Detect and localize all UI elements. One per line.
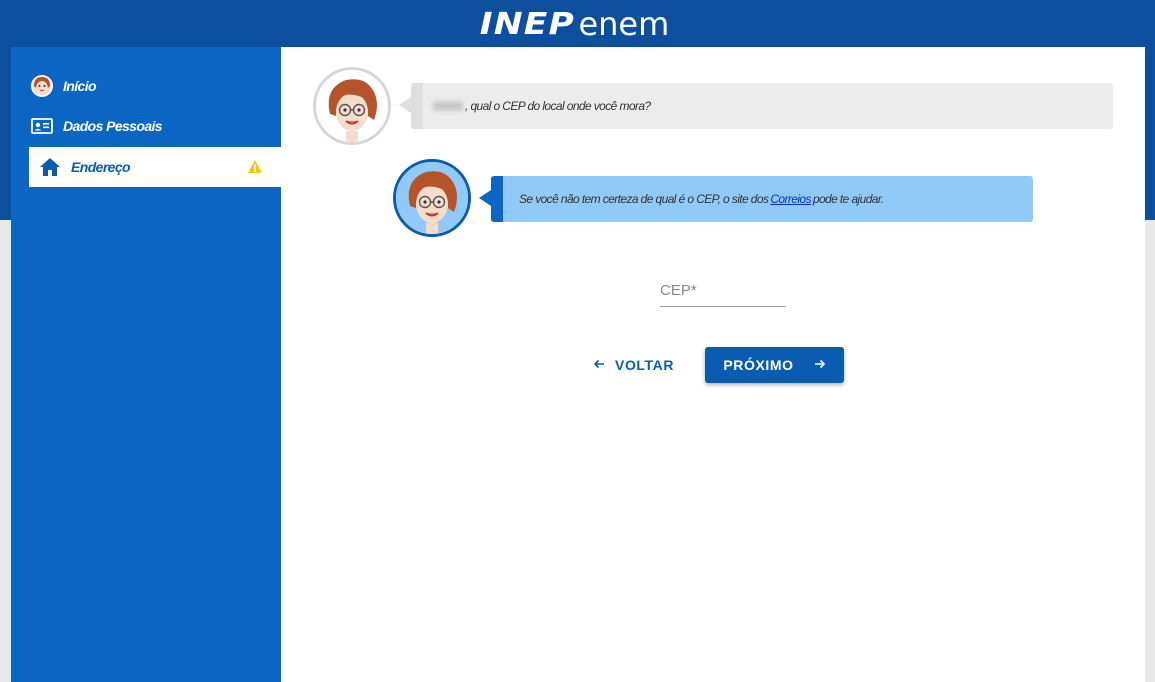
assistant-question-bubble: , qual o CEP do local onde você mora? (399, 83, 1113, 129)
home-icon (37, 154, 63, 180)
sidebar-item-label: Dados Pessoais (63, 118, 163, 134)
hint-prefix: Se você não tem certeza de qual é o CEP,… (519, 192, 769, 206)
question-text: , qual o CEP do local onde você mora? (465, 99, 651, 113)
sidebar-item-dados-pessoais[interactable]: Dados Pessoais (29, 106, 281, 146)
warning-icon (247, 159, 263, 175)
sidebar: Início Dados Pessoais Endereço (11, 47, 281, 682)
assistant-avatar (313, 67, 391, 145)
next-button-label: PRÓXIMO (723, 357, 794, 373)
hint-suffix: pode te ajudar. (812, 192, 884, 206)
blurred-user-name (433, 101, 463, 111)
sidebar-item-label: Endereço (71, 159, 131, 175)
avatar-icon (29, 73, 55, 99)
cep-input[interactable] (660, 275, 786, 306)
logo-inep: INEP (479, 6, 575, 42)
logo-enem: enem (578, 5, 670, 43)
correios-link[interactable]: Correios (770, 192, 811, 206)
next-button[interactable]: PRÓXIMO (705, 347, 844, 383)
back-button-label: VOLTAR (615, 357, 675, 373)
back-button[interactable]: VOLTAR (593, 351, 677, 379)
id-card-icon (29, 113, 55, 139)
sidebar-item-inicio[interactable]: Início (29, 66, 281, 106)
assistant-hint-bubble: Se você não tem certeza de qual é o CEP,… (479, 176, 1033, 222)
arrow-right-icon (814, 357, 826, 373)
arrow-left-icon (593, 357, 605, 373)
sidebar-item-label: Início (63, 78, 97, 94)
main-content: , qual o CEP do local onde você mora? Se… (281, 47, 1145, 682)
cep-field (660, 275, 786, 307)
assistant-hint-avatar (393, 159, 471, 237)
inep-enem-logo: INEP enem (0, 4, 1155, 44)
sidebar-item-endereco[interactable]: Endereço (29, 147, 281, 187)
